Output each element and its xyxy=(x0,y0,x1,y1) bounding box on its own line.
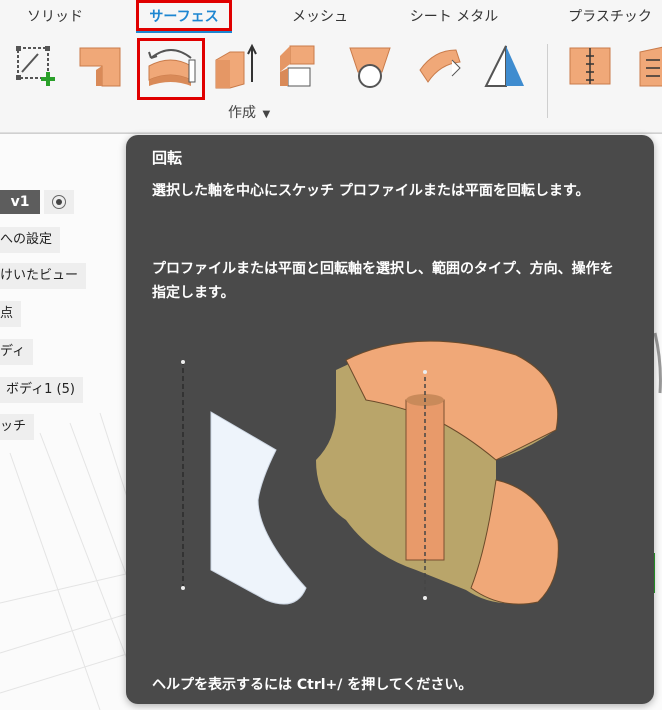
tooltip-title: 回転 xyxy=(152,149,183,167)
tab-mesh[interactable]: メッシュ xyxy=(280,2,360,32)
tooltip-instructions: プロファイルまたは平面と回転軸を選択し、範囲のタイプ、方向、操作を指定します。 xyxy=(152,261,614,301)
browser-item-body1[interactable]: ボディ1 (5) xyxy=(0,377,83,403)
patch-icon[interactable] xyxy=(344,40,396,92)
browser-item-origin[interactable]: 点 xyxy=(0,301,22,327)
browser-item-settings[interactable]: への設定 xyxy=(0,227,61,253)
tab-solid[interactable]: ソリッド xyxy=(20,2,90,32)
create-group-dropdown[interactable]: 作成 ▼ xyxy=(228,102,270,122)
revolve-illustration xyxy=(181,340,559,605)
tab-plastic[interactable]: プラスチック xyxy=(560,2,660,32)
extrude-icon[interactable] xyxy=(74,40,126,92)
offset-icon[interactable] xyxy=(478,40,530,92)
ribbon-separator xyxy=(547,44,548,118)
visibility-radio[interactable] xyxy=(44,190,74,214)
sweep-icon[interactable] xyxy=(208,40,260,92)
browser-item-named-views[interactable]: けいたビュー xyxy=(0,263,87,289)
caret-down-icon: ▼ xyxy=(262,109,271,120)
rule-plastic-2-icon[interactable] xyxy=(626,40,662,92)
toolbar-ribbon: ソリッド サーフェス メッシュ シート メタル プラスチック 作成 ▼ xyxy=(0,0,662,133)
browser-item-sketches[interactable]: ッチ xyxy=(0,414,35,440)
create-sketch-icon[interactable] xyxy=(10,40,62,92)
revolve-highlight-box xyxy=(137,38,205,100)
create-group-label: 作成 xyxy=(228,105,256,121)
tooltip-description: 選択した軸を中心にスケッチ プロファイルまたは平面を回転します。 xyxy=(152,183,590,199)
tab-sheet-metal[interactable]: シート メタル xyxy=(404,2,504,32)
ruled-icon[interactable] xyxy=(414,40,466,92)
tooltip-help-hint: ヘルプを表示するには Ctrl+/ を押してください。 xyxy=(152,677,473,693)
loft-icon[interactable] xyxy=(272,40,324,92)
browser-item-bodies[interactable]: ディ xyxy=(0,339,34,365)
revolve-tooltip: 回転 選択した軸を中心にスケッチ プロファイルまたは平面を回転します。 プロファ… xyxy=(126,135,654,704)
version-badge: v1 xyxy=(0,190,40,214)
rule-plastic-icon[interactable] xyxy=(564,40,616,92)
canvas-top-border xyxy=(0,133,662,134)
tab-highlight-box xyxy=(136,0,232,31)
